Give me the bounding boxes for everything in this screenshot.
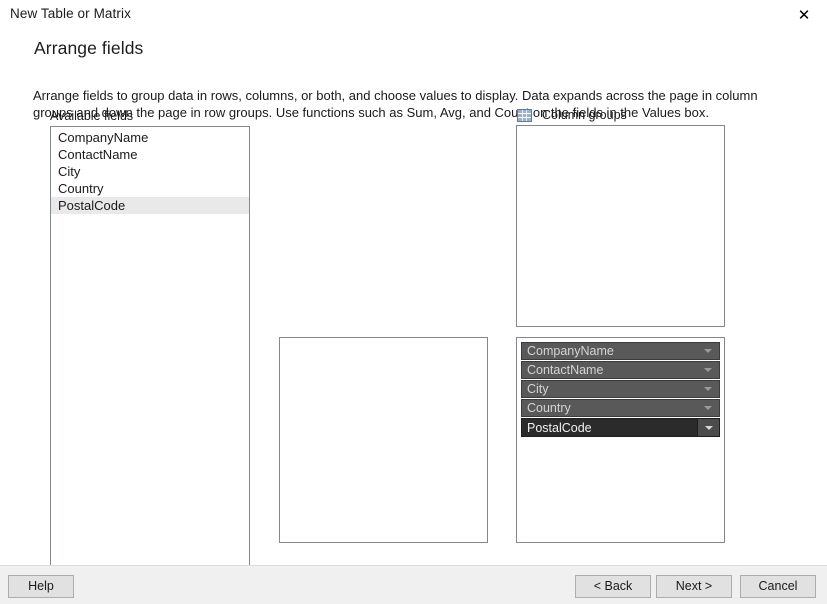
value-field-chip[interactable]: City xyxy=(521,380,720,398)
list-item[interactable]: CompanyName xyxy=(51,129,249,146)
chevron-down-icon[interactable] xyxy=(697,343,719,359)
value-field-chip[interactable]: ContactName xyxy=(521,361,720,379)
close-button[interactable]: ✕ xyxy=(781,0,827,30)
back-button[interactable]: < Back xyxy=(575,575,651,598)
page-title: Arrange fields xyxy=(34,38,144,58)
column-groups-dropzone[interactable] xyxy=(516,125,725,327)
column-groups-label-row: Column groups xyxy=(517,108,627,122)
value-field-label: CompanyName xyxy=(527,344,614,358)
grid-icon xyxy=(517,108,532,122)
chevron-down-icon[interactable] xyxy=(697,381,719,397)
value-field-chip[interactable]: CompanyName xyxy=(521,342,720,360)
cancel-button[interactable]: Cancel xyxy=(740,575,816,598)
list-item[interactable]: ContactName xyxy=(51,146,249,163)
available-fields-listbox[interactable]: CompanyName ContactName City Country Pos… xyxy=(50,126,250,571)
close-icon: ✕ xyxy=(797,5,811,24)
value-field-label: City xyxy=(527,382,549,396)
value-field-label: PostalCode xyxy=(527,420,592,435)
value-field-chip[interactable]: Country xyxy=(521,399,720,417)
list-item[interactable]: PostalCode xyxy=(51,197,249,214)
values-dropzone[interactable]: CompanyName ContactName City Country Pos… xyxy=(516,337,725,543)
value-field-label: ContactName xyxy=(527,363,604,377)
list-item[interactable]: Country xyxy=(51,180,249,197)
value-field-chip[interactable]: PostalCode xyxy=(521,418,720,437)
value-field-label: Country xyxy=(527,401,571,415)
chevron-down-icon[interactable] xyxy=(697,362,719,378)
dialog-content: Arrange fields Arrange fields to group d… xyxy=(0,30,827,571)
chevron-down-icon[interactable] xyxy=(697,419,719,436)
title-bar: New Table or Matrix ✕ xyxy=(0,0,827,30)
list-item[interactable]: City xyxy=(51,163,249,180)
chevron-down-icon[interactable] xyxy=(697,400,719,416)
page-description: Arrange fields to group data in rows, co… xyxy=(33,88,758,120)
next-button[interactable]: Next > xyxy=(656,575,732,598)
column-groups-label: Column groups xyxy=(542,108,627,122)
row-groups-dropzone[interactable] xyxy=(279,337,488,543)
window-title: New Table or Matrix xyxy=(10,6,131,21)
available-fields-label: Available fields xyxy=(50,109,134,123)
help-button[interactable]: Help xyxy=(8,575,74,598)
dialog-footer: Help < Back Next > Cancel xyxy=(0,565,827,604)
